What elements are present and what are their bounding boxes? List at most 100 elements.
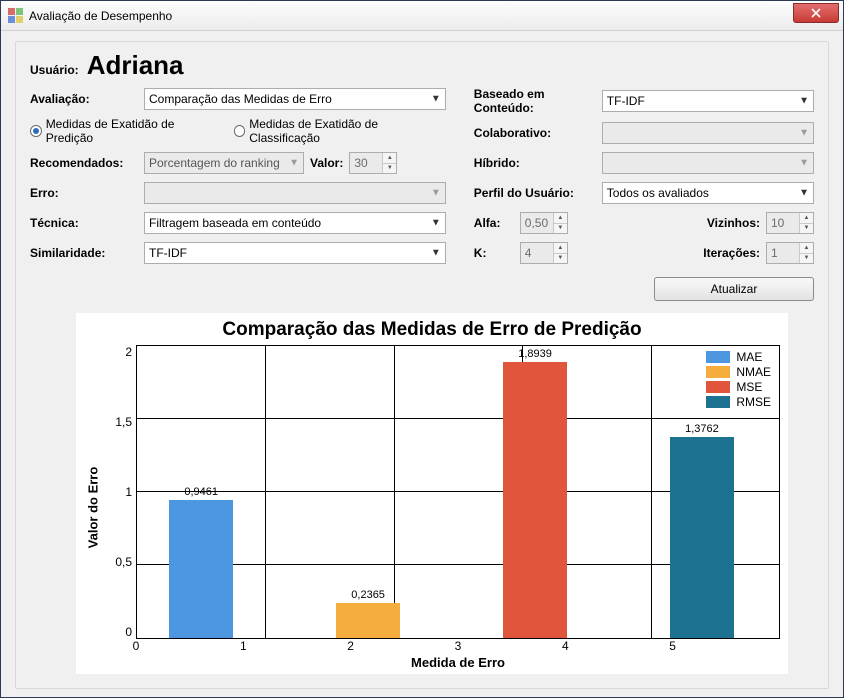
chart-ylabel: Valor do Erro (86, 467, 101, 549)
tecnica-value: Filtragem baseada em conteúdo (149, 216, 321, 230)
app-icon (7, 8, 23, 24)
chart-bar-label: 0,2365 (351, 589, 385, 601)
spin-up-icon: ▲ (553, 213, 567, 224)
chart-xtick: 3 (404, 639, 511, 653)
erro-dropdown: ▼ (144, 182, 446, 204)
radio-classificacao[interactable]: Medidas de Exatidão de Classificação (234, 117, 446, 145)
legend-item: NMAE (706, 365, 771, 379)
baseado-value: TF-IDF (607, 94, 645, 108)
chart-title: Comparação das Medidas de Erro de Prediç… (76, 313, 788, 345)
chart-legend: MAENMAEMSERMSE (706, 350, 771, 409)
k-spinner: 4 ▲▼ (520, 242, 568, 264)
user-line: Usuário: Adriana (30, 50, 814, 81)
legend-label: MSE (736, 380, 762, 394)
user-name: Adriana (87, 50, 184, 81)
recomendados-value: Porcentagem do ranking (149, 156, 280, 170)
iteracoes-label: Iterações: (703, 246, 760, 260)
colaborativo-label: Colaborativo: (474, 126, 596, 140)
close-icon (811, 8, 821, 18)
chevron-down-icon: ▼ (799, 128, 809, 139)
avaliacao-value: Comparação das Medidas de Erro (149, 92, 332, 106)
chart-bar-nmae (336, 603, 400, 638)
chart-bar-label: 1,8939 (518, 348, 552, 360)
form-left-col: Avaliação: Comparação das Medidas de Err… (30, 87, 446, 301)
chevron-down-icon: ▼ (289, 158, 299, 169)
window-title: Avaliação de Desempenho (29, 9, 172, 23)
baseado-dropdown[interactable]: TF-IDF ▼ (602, 90, 814, 112)
chart-xtick: 1 (190, 639, 297, 653)
chart-ylabel-wrap: Valor do Erro (84, 345, 102, 670)
recomendados-dropdown: Porcentagem do ranking ▼ (144, 152, 304, 174)
radio-predicao[interactable]: Medidas de Exatidão de Predição (30, 117, 220, 145)
chart-body: Valor do Erro 2 1,5 1 0,5 0 MAENMAEMSERMSE 0… (76, 345, 788, 674)
radio-classificacao-label: Medidas de Exatidão de Classificação (249, 117, 446, 145)
iteracoes-spinner: 1 ▲▼ (766, 242, 814, 264)
plot-row: 21,510,50 MAENMAEMSERMSE 0,94610,23651,8… (102, 345, 780, 639)
chart-ytick: 2 (125, 345, 132, 359)
iteracoes-value: 1 (771, 246, 778, 260)
spin-down-icon: ▼ (382, 164, 396, 174)
hibrido-label: Híbrido: (474, 156, 596, 170)
legend-label: RMSE (736, 395, 771, 409)
chart-container: Comparação das Medidas de Erro de Prediç… (76, 313, 788, 674)
baseado-label: Baseado em Conteúdo: (474, 87, 596, 115)
chart-xticks: 012345 (136, 639, 780, 653)
vizinhos-value: 10 (771, 216, 784, 230)
form-grid: Avaliação: Comparação das Medidas de Err… (30, 87, 814, 301)
legend-item: MAE (706, 350, 771, 364)
spin-down-icon: ▼ (553, 254, 567, 264)
main-group: Usuário: Adriana Avaliação: Comparação d… (15, 41, 829, 689)
legend-swatch (706, 396, 730, 408)
hibrido-dropdown: ▼ (602, 152, 814, 174)
chevron-down-icon: ▼ (799, 188, 809, 199)
user-label: Usuário: (30, 63, 79, 77)
legend-item: MSE (706, 380, 771, 394)
chart-xtick: 0 (82, 639, 189, 653)
avaliacao-label: Avaliação: (30, 92, 138, 106)
legend-swatch (706, 351, 730, 363)
chart-ytick: 1,5 (115, 415, 132, 429)
alfa-spinner: 0,50 ▲▼ (520, 212, 568, 234)
close-button[interactable] (793, 3, 839, 23)
similaridade-value: TF-IDF (149, 246, 187, 260)
chevron-down-icon: ▼ (431, 218, 441, 229)
atualizar-button[interactable]: Atualizar (654, 277, 814, 301)
perfil-dropdown[interactable]: Todos os avaliados ▼ (602, 182, 814, 204)
plot-column: 21,510,50 MAENMAEMSERMSE 0,94610,23651,8… (102, 345, 780, 670)
spin-up-icon: ▲ (799, 243, 813, 254)
spin-down-icon: ▼ (799, 254, 813, 264)
client-area: Usuário: Adriana Avaliação: Comparação d… (1, 31, 843, 697)
radio-icon (30, 125, 42, 137)
similaridade-label: Similaridade: (30, 246, 138, 260)
chart-bar-mse (503, 362, 567, 639)
legend-label: NMAE (736, 365, 771, 379)
form-right-col: Baseado em Conteúdo: TF-IDF ▼ Colaborati… (474, 87, 814, 301)
alfa-label: Alfa: (474, 216, 514, 230)
radio-predicao-label: Medidas de Exatidão de Predição (46, 117, 220, 145)
legend-item: RMSE (706, 395, 771, 409)
vizinhos-spinner: 10 ▲▼ (766, 212, 814, 234)
chart-xlabel: Medida de Erro (136, 653, 780, 670)
spin-up-icon: ▲ (382, 153, 396, 164)
legend-label: MAE (736, 350, 762, 364)
app-window: Avaliação de Desempenho Usuário: Adriana… (0, 0, 844, 698)
legend-swatch (706, 366, 730, 378)
chart-bar-label: 1,3762 (685, 423, 719, 435)
chart-ytick: 0,5 (115, 555, 132, 569)
perfil-value: Todos os avaliados (607, 186, 709, 200)
alfa-value: 0,50 (525, 216, 548, 230)
valor-label: Valor: (310, 156, 343, 170)
similaridade-dropdown[interactable]: TF-IDF ▼ (144, 242, 446, 264)
tecnica-dropdown[interactable]: Filtragem baseada em conteúdo ▼ (144, 212, 446, 234)
colaborativo-dropdown: ▼ (602, 122, 814, 144)
legend-swatch (706, 381, 730, 393)
avaliacao-dropdown[interactable]: Comparação das Medidas de Erro ▼ (144, 88, 446, 110)
chevron-down-icon: ▼ (431, 188, 441, 199)
vizinhos-label: Vizinhos: (707, 216, 760, 230)
chart-xtick: 2 (297, 639, 404, 653)
chart-bar-rmse (670, 437, 734, 638)
k-label: K: (474, 246, 514, 260)
chart-plot: MAENMAEMSERMSE 0,94610,23651,89391,3762 (136, 345, 780, 639)
chevron-down-icon: ▼ (431, 248, 441, 259)
chart-xtick: 4 (512, 639, 619, 653)
